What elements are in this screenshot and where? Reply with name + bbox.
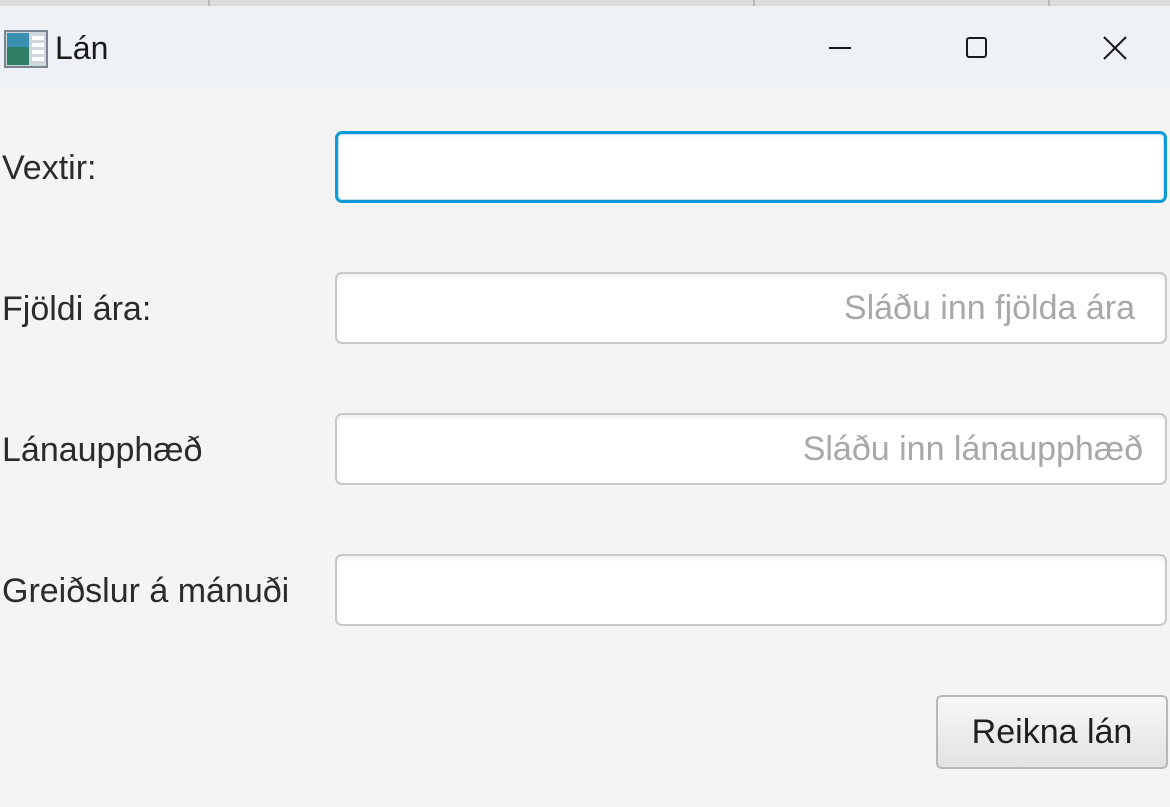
minimize-button[interactable] xyxy=(805,20,875,76)
years-input[interactable] xyxy=(335,272,1167,344)
window-title: Lán xyxy=(55,30,109,66)
window-app-icon xyxy=(4,30,48,68)
maximize-icon xyxy=(966,37,987,58)
loan-amount-label: Lánaupphæð xyxy=(2,431,203,469)
interest-rate-input[interactable] xyxy=(335,131,1167,203)
years-label: Fjöldi ára: xyxy=(2,290,152,328)
close-icon xyxy=(1103,36,1127,60)
loan-amount-input[interactable] xyxy=(335,413,1167,485)
monthly-payment-label: Greiðslur á mánuði xyxy=(2,572,290,610)
close-button[interactable] xyxy=(1080,20,1150,76)
calculate-loan-button[interactable]: Reikna lán xyxy=(936,695,1168,769)
minimize-icon xyxy=(829,47,851,49)
maximize-button[interactable] xyxy=(942,20,1012,76)
interest-rate-label: Vextir: xyxy=(2,149,97,187)
loan-window: Lán Vextir: Fjöldi ára: Lánaupphæð Greið… xyxy=(0,0,1170,807)
monthly-payment-output[interactable] xyxy=(335,554,1167,626)
title-bar[interactable]: Lán xyxy=(0,6,1170,88)
